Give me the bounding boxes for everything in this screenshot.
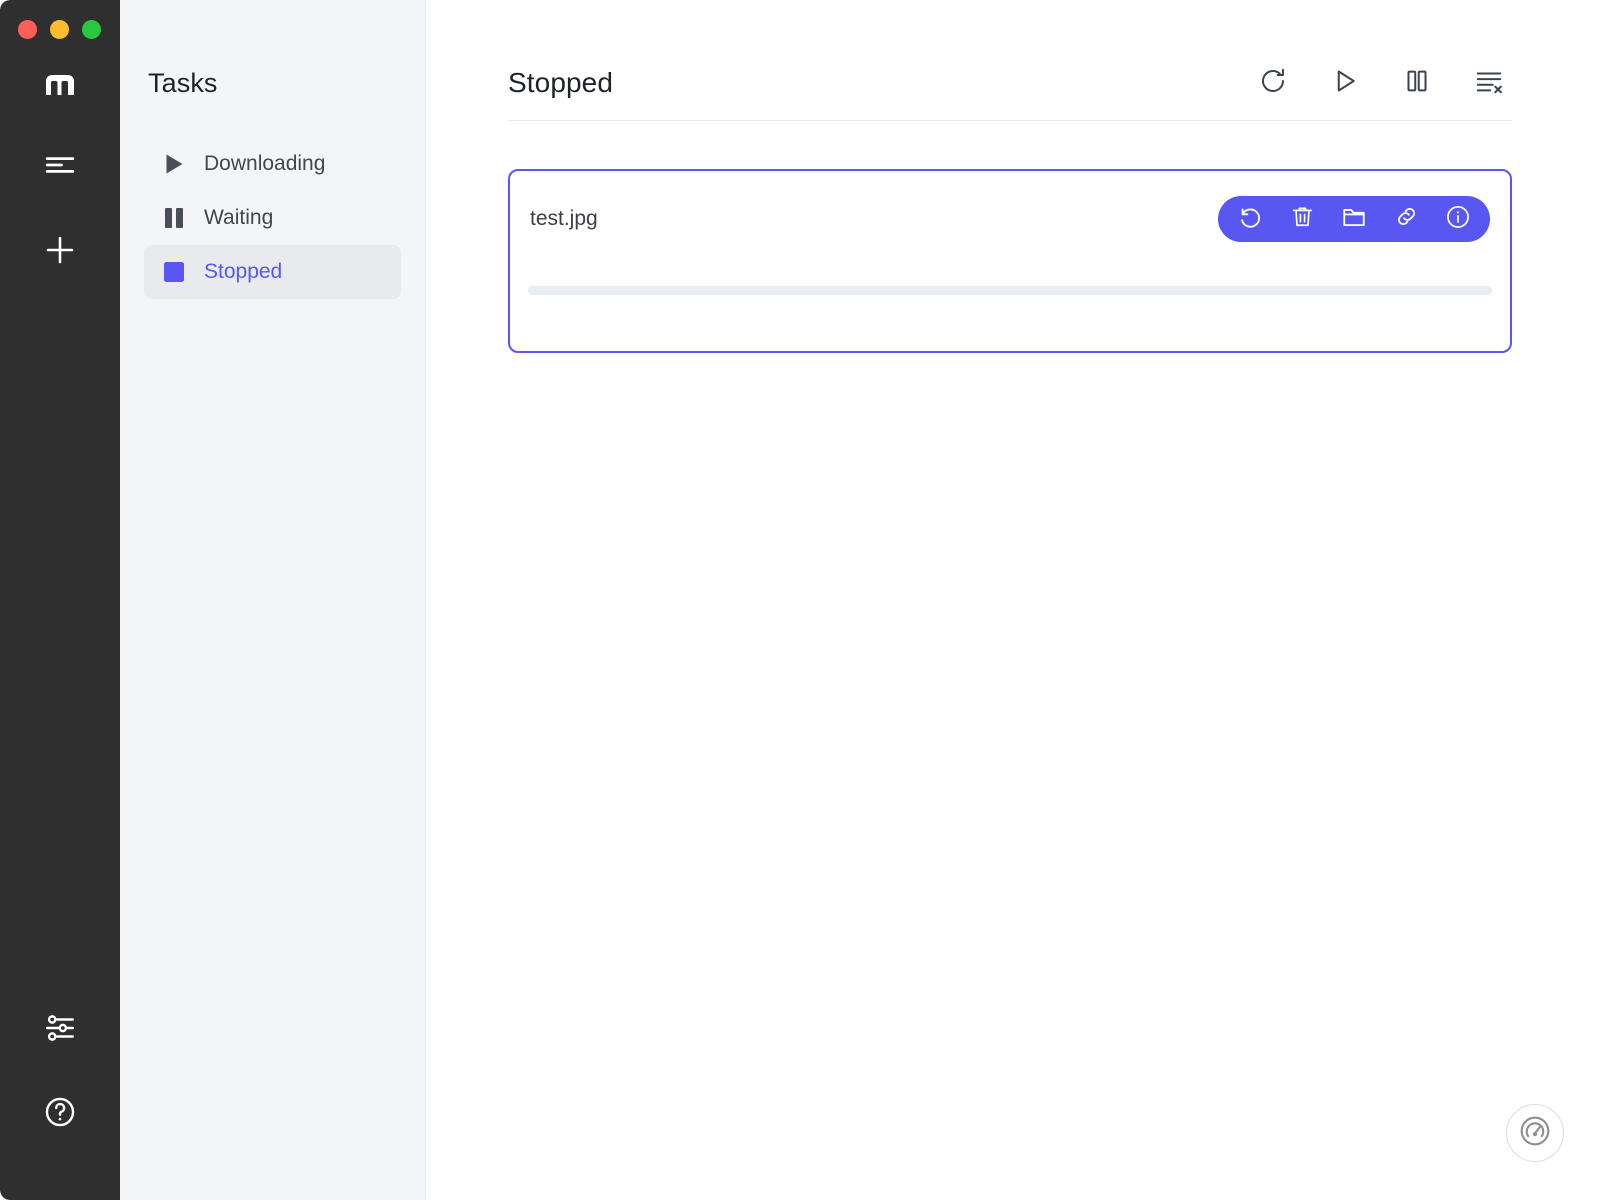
page-title: Stopped <box>508 67 614 98</box>
play-triangle-icon <box>162 152 186 176</box>
play-icon <box>1330 66 1360 101</box>
pause-all-button[interactable] <box>1394 60 1440 106</box>
clear-list-icon <box>1474 66 1504 101</box>
task-filename: test.jpg <box>530 207 598 230</box>
folder-icon <box>1341 204 1367 235</box>
pause-icon <box>1402 66 1432 101</box>
main-header: Stopped <box>508 0 1512 108</box>
task-progress-bar <box>528 286 1492 295</box>
speedometer-icon <box>1518 1114 1552 1153</box>
sidebar-item-task-list[interactable] <box>32 139 88 195</box>
restart-icon <box>1237 204 1263 235</box>
sidebar-item-label: Downloading <box>204 152 326 175</box>
preferences-button[interactable] <box>32 1002 88 1058</box>
task-info-button[interactable] <box>1444 205 1472 233</box>
main-toolbar <box>1250 60 1512 106</box>
trash-icon <box>1290 204 1315 234</box>
sidebar-nav: Downloading Waiting Stopped <box>144 137 401 299</box>
maximize-window-button[interactable] <box>82 20 101 39</box>
plus-icon <box>42 232 78 273</box>
help-button[interactable] <box>32 1086 88 1142</box>
refresh-icon <box>1258 66 1288 101</box>
sidebar-item-downloading[interactable]: Downloading <box>144 137 401 191</box>
sidebar-item-label: Waiting <box>204 206 274 229</box>
minimize-window-button[interactable] <box>50 20 69 39</box>
task-list-icon <box>43 148 77 187</box>
add-task-button[interactable] <box>32 224 88 280</box>
speed-toggle-button[interactable] <box>1506 1104 1564 1162</box>
task-actions <box>1218 196 1490 242</box>
task-row[interactable]: test.jpg <box>508 169 1512 353</box>
delete-task-button[interactable] <box>1288 205 1316 233</box>
sidebar-item-waiting[interactable]: Waiting <box>144 191 401 245</box>
rail-bottom-group <box>0 1002 120 1142</box>
stop-square-icon <box>162 260 186 284</box>
app-window: Tasks Downloading Waiting Stopped Stoppe… <box>0 0 1600 1200</box>
sidebar-title: Tasks <box>148 68 218 98</box>
pause-bars-icon <box>162 206 186 230</box>
info-icon <box>1445 204 1471 235</box>
tasks-sidebar: Tasks Downloading Waiting Stopped <box>120 0 426 1200</box>
copy-link-button[interactable] <box>1392 205 1420 233</box>
main-content: Stopped test.jpg <box>426 0 1600 1200</box>
link-icon <box>1394 204 1419 234</box>
left-rail <box>0 0 120 1200</box>
question-circle-icon <box>43 1095 77 1134</box>
sidebar-item-label: Stopped <box>204 260 283 283</box>
sidebar-item-stopped[interactable]: Stopped <box>144 245 401 299</box>
restart-task-button[interactable] <box>1236 205 1264 233</box>
open-folder-button[interactable] <box>1340 205 1368 233</box>
window-controls <box>18 20 101 39</box>
motrix-logo-icon <box>37 62 83 108</box>
close-window-button[interactable] <box>18 20 37 39</box>
clear-completed-button[interactable] <box>1466 60 1512 106</box>
refresh-button[interactable] <box>1250 60 1296 106</box>
sliders-preferences-icon <box>43 1011 77 1050</box>
resume-all-button[interactable] <box>1322 60 1368 106</box>
header-divider <box>508 120 1512 121</box>
